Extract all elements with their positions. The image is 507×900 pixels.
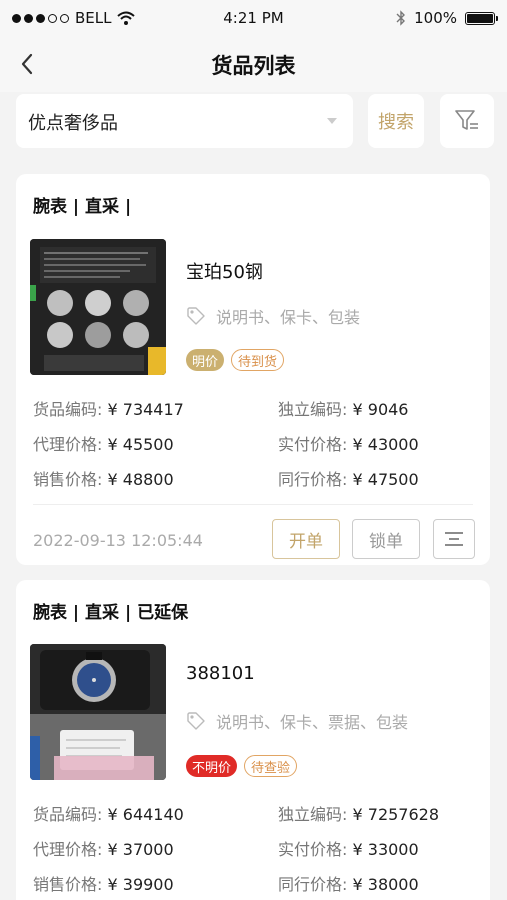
- product-name: 宝珀50钢: [186, 262, 263, 283]
- product-card[interactable]: 腕表 | 直采 | 已延保 388101 说明书、保卡、票据、包装 不明价 待查…: [16, 580, 490, 900]
- field-label: 销售价格:: [33, 470, 103, 489]
- field-value: ¥ 43000: [352, 435, 419, 454]
- info-row: 代理价格: ¥ 37000 实付价格: ¥ 33000: [33, 836, 479, 871]
- field-label: 货品编码:: [33, 400, 103, 419]
- product-card[interactable]: 腕表 | 直采 | 宝珀50钢 说明书、保卡、包装 明价 待到货 货品编码: ¥…: [16, 174, 490, 565]
- field-label: 同行价格:: [278, 470, 348, 489]
- lock-order-button[interactable]: 锁单: [352, 519, 420, 559]
- field-value: ¥ 45500: [107, 435, 174, 454]
- open-order-button[interactable]: 开单: [272, 519, 340, 559]
- divider: [33, 504, 473, 505]
- search-row: 优点奢侈品 搜索: [16, 94, 494, 148]
- shop-select-value: 优点奢侈品: [28, 113, 118, 134]
- info-row: 销售价格: ¥ 39900 同行价格: ¥ 38000: [33, 871, 479, 900]
- info-grid: 货品编码: ¥ 644140 独立编码: ¥ 7257628 代理价格: ¥ 3…: [33, 801, 479, 900]
- price-badge: 明价: [186, 349, 225, 371]
- info-row: 货品编码: ¥ 734417 独立编码: ¥ 9046: [33, 396, 479, 431]
- field-label: 货品编码:: [33, 805, 103, 824]
- tag-icon: [187, 307, 205, 325]
- card-title: 腕表 | 直采 |: [33, 197, 132, 217]
- field-value: ¥ 48800: [107, 470, 174, 489]
- info-row: 代理价格: ¥ 45500 实付价格: ¥ 43000: [33, 431, 479, 466]
- battery-icon: [465, 11, 498, 25]
- more-menu-button[interactable]: [433, 519, 475, 559]
- battery-percent: 100%: [414, 9, 457, 27]
- field-value: ¥ 734417: [107, 400, 184, 419]
- accessories-line: 说明书、保卡、包装: [186, 304, 360, 328]
- status-right: 100%: [396, 9, 498, 27]
- product-name: 388101: [186, 663, 255, 684]
- field-value: ¥ 37000: [107, 840, 174, 859]
- field-label: 销售价格:: [33, 875, 103, 894]
- field-label: 实付价格:: [278, 840, 348, 859]
- info-row: 销售价格: ¥ 48800 同行价格: ¥ 47500: [33, 466, 479, 501]
- price-badge: 不明价: [186, 755, 238, 777]
- menu-lines-icon: [445, 532, 463, 546]
- status-bar: BELL 4:21 PM 100%: [0, 0, 507, 36]
- accessories-line: 说明书、保卡、票据、包装: [186, 709, 408, 733]
- field-value: ¥ 9046: [352, 400, 409, 419]
- info-row: 货品编码: ¥ 644140 独立编码: ¥ 7257628: [33, 801, 479, 836]
- field-label: 代理价格:: [33, 435, 103, 454]
- bluetooth-icon: [396, 10, 406, 26]
- field-value: ¥ 47500: [352, 470, 419, 489]
- product-thumbnail[interactable]: [30, 239, 166, 375]
- filter-button[interactable]: [440, 94, 494, 148]
- field-value: ¥ 644140: [107, 805, 184, 824]
- field-value: ¥ 7257628: [352, 805, 440, 824]
- card-title: 腕表 | 直采 | 已延保: [33, 603, 189, 623]
- caret-down-icon: [327, 118, 337, 124]
- nav-bar: 货品列表: [0, 36, 507, 92]
- timestamp: 2022-09-13 12:05:44: [33, 531, 203, 550]
- shop-select[interactable]: 优点奢侈品: [16, 94, 353, 148]
- page-title: 货品列表: [211, 54, 296, 78]
- status-badge: 待到货: [231, 349, 285, 371]
- badge-group: 明价 待到货: [186, 349, 285, 371]
- accessories-text: 说明书、保卡、包装: [216, 308, 361, 327]
- search-button[interactable]: 搜索: [368, 94, 424, 148]
- field-label: 代理价格:: [33, 840, 103, 859]
- filter-icon: [455, 110, 478, 130]
- status-badge: 待查验: [244, 755, 298, 777]
- field-label: 实付价格:: [278, 435, 348, 454]
- field-value: ¥ 33000: [352, 840, 419, 859]
- product-thumbnail[interactable]: [30, 644, 166, 780]
- info-grid: 货品编码: ¥ 734417 独立编码: ¥ 9046 代理价格: ¥ 4550…: [33, 396, 479, 501]
- field-value: ¥ 39900: [107, 875, 174, 894]
- tag-icon: [187, 712, 205, 730]
- field-label: 独立编码:: [278, 400, 348, 419]
- field-label: 同行价格:: [278, 875, 348, 894]
- field-label: 独立编码:: [278, 805, 348, 824]
- badge-group: 不明价 待查验: [186, 755, 298, 777]
- accessories-text: 说明书、保卡、票据、包装: [216, 713, 409, 732]
- field-value: ¥ 38000: [352, 875, 419, 894]
